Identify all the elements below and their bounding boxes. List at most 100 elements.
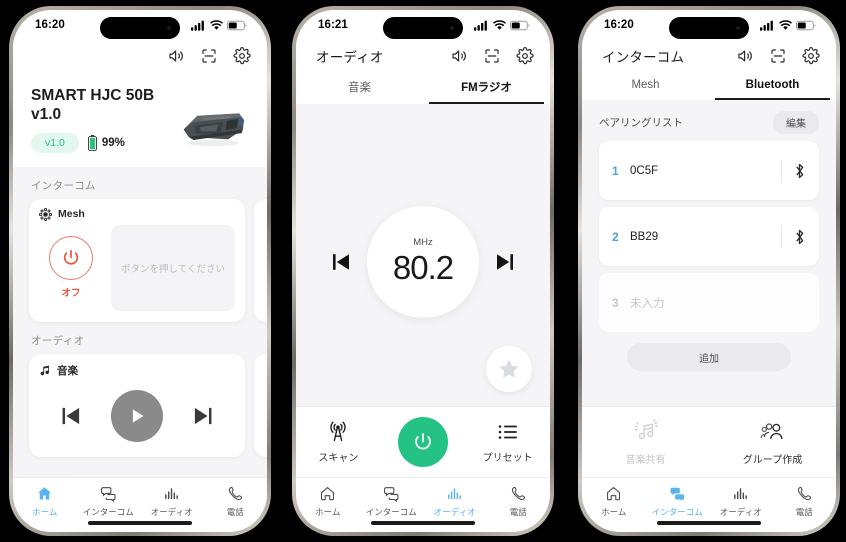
qr-scan-icon[interactable] (200, 47, 218, 65)
intercom-card-peek[interactable] (254, 198, 267, 322)
qr-scan-icon[interactable] (769, 47, 787, 65)
gear-icon[interactable] (802, 47, 820, 65)
tab-mesh[interactable]: Mesh (582, 74, 709, 100)
preset-button[interactable]: プリセット (473, 420, 543, 464)
audio-card-peek[interactable] (254, 353, 267, 457)
gear-icon[interactable] (233, 47, 251, 65)
nav-label-phone: 電話 (795, 507, 813, 517)
screen-intercom: 16:20 インターコム Mesh Bluetooth ペアリングリスト 編集 … (582, 10, 836, 532)
add-button[interactable]: 追加 (627, 343, 791, 371)
app-bar-intercom: インターコム (582, 40, 836, 74)
intercom-body: ペアリングリスト 編集 1 0C5F 2 BB29 3 未入力 追加 音楽共有 … (582, 100, 836, 477)
tab-fm-radio[interactable]: FMラジオ (423, 74, 550, 104)
status-time: 16:21 (318, 19, 348, 31)
nav-item-audio[interactable]: オーディオ (140, 485, 204, 518)
audio-tabs: 音楽 FMラジオ (296, 74, 550, 104)
screen-audio: 16:21 オーディオ 音楽 FMラジオ MHz 80.2 スキャン プリセット… (296, 10, 550, 532)
speaker-icon[interactable] (450, 47, 468, 65)
tab-music[interactable]: 音楽 (296, 74, 423, 104)
nav-item-home[interactable]: ホーム (13, 485, 77, 518)
mesh-power-ring (49, 236, 93, 281)
table-row[interactable]: 3 未入力 (599, 273, 819, 332)
favorite-button[interactable] (486, 346, 532, 392)
tab-bluetooth[interactable]: Bluetooth (709, 74, 836, 100)
next-track-icon[interactable] (190, 403, 216, 429)
device-meta: v1.0 99% (31, 132, 154, 153)
play-button[interactable] (110, 389, 163, 442)
home-icon (607, 487, 621, 501)
home-indicator (88, 521, 192, 525)
intercom-tabs: Mesh Bluetooth (582, 74, 836, 100)
intercom-card-row: Mesh オフ ボタンを押してください (13, 198, 267, 322)
scan-button[interactable]: スキャン (303, 420, 373, 464)
music-card[interactable]: 音楽 (29, 353, 245, 457)
gear-icon[interactable] (516, 47, 534, 65)
nav-item-intercom[interactable]: インターコム (360, 485, 424, 518)
nav-label-phone: 電話 (226, 507, 244, 517)
nav-item-audio[interactable]: オーディオ (709, 485, 773, 518)
bluetooth-icon[interactable] (793, 162, 806, 180)
wifi-icon (779, 19, 792, 30)
device-name: SMART HJC 50B v1.0 (31, 87, 155, 124)
music-share-label: 音楽共有 (625, 455, 666, 466)
tune-up-icon[interactable] (493, 250, 517, 274)
nav-item-intercom[interactable]: インターコム (77, 485, 141, 518)
equalizer-icon (165, 488, 179, 500)
mesh-power-toggle[interactable]: オフ (39, 236, 103, 299)
frequency-unit: MHz (413, 237, 433, 248)
mesh-card[interactable]: Mesh オフ ボタンを押してください (29, 198, 245, 322)
nav-item-intercom[interactable]: インターコム (646, 485, 710, 518)
music-controls (39, 382, 235, 446)
table-row[interactable]: 1 0C5F (599, 141, 819, 200)
qr-scan-icon[interactable] (483, 47, 501, 65)
nav-label-audio: オーディオ (433, 507, 476, 517)
power-icon (63, 250, 79, 265)
status-indicators (191, 19, 247, 31)
battery-icon (227, 20, 247, 30)
wifi-icon (210, 19, 223, 30)
create-group-label: グループ作成 (742, 455, 803, 466)
chat-bubbles-icon (670, 487, 684, 502)
mesh-power-state: オフ (61, 288, 81, 300)
music-card-header: 音楽 (39, 363, 235, 378)
phone-icon (797, 486, 811, 501)
nav-item-phone[interactable]: 電話 (204, 485, 268, 518)
status-indicators (474, 19, 530, 31)
speaker-icon[interactable] (167, 47, 185, 65)
nav-item-phone[interactable]: 電話 (773, 485, 837, 518)
radio-power-button[interactable] (388, 417, 458, 467)
nav-item-home[interactable]: ホーム (296, 485, 360, 518)
nav-item-home[interactable]: ホーム (582, 485, 646, 518)
phone-icon (228, 486, 242, 501)
edit-button[interactable]: 編集 (773, 111, 819, 134)
create-group-button[interactable]: グループ作成 (729, 419, 817, 466)
nav-label-audio: オーディオ (150, 507, 193, 517)
phone-intercom: 16:20 インターコム Mesh Bluetooth ペアリングリスト 編集 … (578, 6, 840, 536)
nav-item-phone[interactable]: 電話 (487, 485, 551, 518)
previous-track-icon[interactable] (58, 403, 84, 429)
nav-item-audio[interactable]: オーディオ (423, 485, 487, 518)
chat-bubbles-icon (383, 487, 399, 502)
table-row[interactable]: 2 BB29 (599, 207, 819, 266)
preset-label: プリセット (482, 453, 533, 464)
tune-down-icon[interactable] (329, 250, 353, 274)
equalizer-icon (734, 488, 748, 500)
mesh-card-body: オフ ボタンを押してください (39, 224, 235, 311)
pair-name: 未入力 (630, 297, 665, 310)
pair-index: 2 (612, 229, 619, 244)
app-bar-audio: オーディオ (296, 40, 550, 74)
fm-radio-panel: MHz 80.2 (296, 104, 550, 406)
dynamic-island (383, 17, 463, 39)
mesh-card-header: Mesh (39, 207, 235, 221)
battery-icon (510, 20, 530, 30)
pairing-list-title: ペアリングリスト (599, 117, 683, 129)
pair-index: 1 (612, 163, 619, 178)
bluetooth-icon[interactable] (793, 228, 806, 246)
status-time: 16:20 (35, 19, 65, 31)
speaker-icon[interactable] (736, 47, 754, 65)
antenna-icon (330, 421, 346, 442)
frequency-display[interactable]: MHz 80.2 (367, 206, 479, 318)
dynamic-island (669, 17, 749, 39)
page-title: オーディオ (316, 50, 384, 65)
music-share-button[interactable]: 音楽共有 (602, 419, 690, 466)
